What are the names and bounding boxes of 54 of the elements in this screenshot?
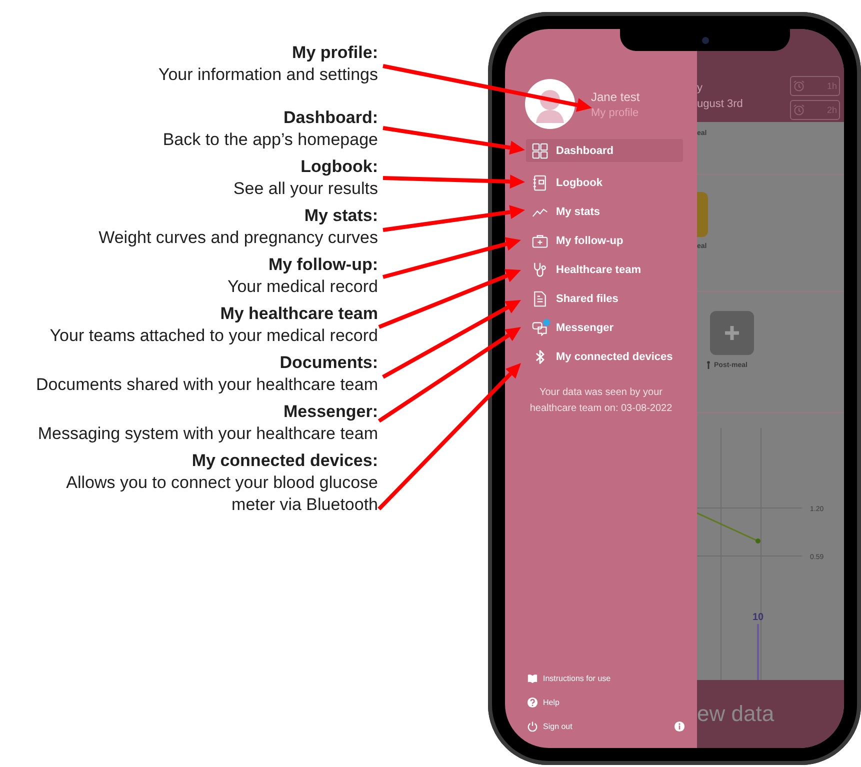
alarm-clock-icon <box>793 104 805 116</box>
menu-item[interactable]: My stats <box>526 197 683 226</box>
annotation-text: See all your results <box>233 178 378 200</box>
menu-item[interactable]: Logbook <box>526 168 683 197</box>
power-icon <box>527 721 538 732</box>
menu-item[interactable]: Messenger <box>526 313 683 342</box>
add-button[interactable] <box>710 311 754 355</box>
annotation-text: Your teams attached to your medical record <box>50 325 378 347</box>
annotation-text: meter via Bluetooth <box>232 494 378 516</box>
annotation-text: Your information and settings <box>158 64 378 86</box>
annotation-title: My stats: <box>304 205 378 227</box>
annotation-text: Back to the app’s homepage <box>162 129 378 151</box>
annotation-text: Your medical record <box>227 276 378 298</box>
chat-icon <box>532 320 548 336</box>
stethoscope-icon <box>532 262 548 278</box>
annotation-title: Dashboard: <box>284 107 378 129</box>
bar-value: 10 <box>752 612 764 623</box>
footer-link[interactable]: Sign out <box>527 719 572 734</box>
footer-link[interactable]: Help <box>527 695 560 710</box>
annotation-title: My healthcare team <box>220 303 378 325</box>
medical-kit-icon <box>532 232 548 248</box>
meal-card[interactable] <box>697 192 708 237</box>
person-icon <box>706 361 711 369</box>
annotation-title: Logbook: <box>300 156 378 178</box>
menu-item[interactable]: My follow-up <box>526 226 683 255</box>
annotation-title: Messenger: <box>284 401 378 423</box>
footer-link[interactable]: Instructions for use <box>527 671 611 686</box>
info-icon[interactable] <box>674 721 685 732</box>
menu-item[interactable]: Dashboard <box>526 139 683 162</box>
menu-item[interactable]: My connected devices <box>526 342 683 371</box>
annotation-text: Weight curves and pregnancy curves <box>98 227 378 249</box>
alarm-clock-icon <box>793 80 805 92</box>
user-name: Jane test <box>591 90 640 104</box>
notebook-icon <box>532 174 548 190</box>
menu-item[interactable]: Healthcare team <box>526 255 683 284</box>
menu-item[interactable]: Shared files <box>526 284 683 313</box>
seen-notice: Your data was seen by your healthcare team on: 03-08-2022 <box>528 386 674 416</box>
book-icon <box>527 673 538 684</box>
help-icon <box>527 697 538 708</box>
avatar <box>525 79 575 129</box>
annotation-title: My connected devices: <box>192 450 378 472</box>
annotation-title: My follow-up: <box>268 254 378 276</box>
header-text: ugust 3rd <box>697 98 744 110</box>
plus-icon <box>723 324 741 342</box>
annotation-text: Allows you to connect your blood glucose <box>66 472 378 494</box>
annotation-title: My profile: <box>292 42 378 64</box>
trend-line <box>697 512 760 544</box>
header-text: y <box>697 82 704 94</box>
annotation-text: Messaging system with your healthcare team <box>38 423 378 445</box>
document-icon <box>532 290 548 306</box>
annotation-text: Documents shared with your healthcare team <box>36 374 378 396</box>
annotation-title: Documents: <box>280 352 378 374</box>
view-data-button[interactable]: ew data <box>697 680 844 748</box>
grid-icon <box>532 142 548 158</box>
